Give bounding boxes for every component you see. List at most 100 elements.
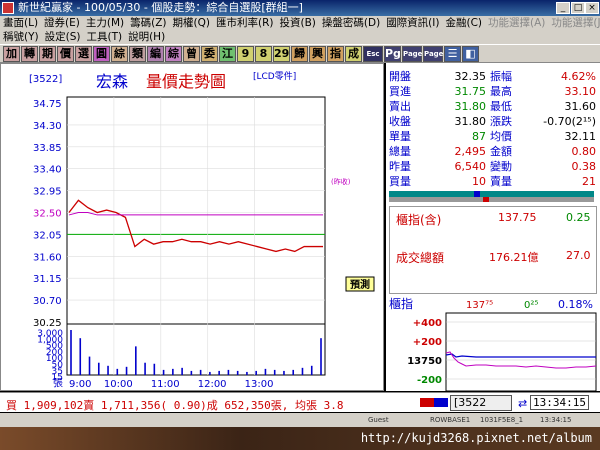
quote-l2: 賣量 xyxy=(490,175,512,188)
close-button[interactable]: × xyxy=(585,2,599,14)
toolbar-button[interactable]: 曾 xyxy=(183,46,200,62)
stock-code: [3522] xyxy=(29,74,62,85)
menu-item[interactable]: 功能選擇(J) xyxy=(548,16,600,30)
toolbar-button[interactable]: 選 xyxy=(75,46,92,62)
minimize-button[interactable]: _ xyxy=(556,2,570,14)
reference-label: (昨收) xyxy=(331,177,351,186)
quote-row: 開盤 32.35 振幅 4.62% xyxy=(386,69,600,84)
time-tick-label: 13:00 xyxy=(245,379,274,390)
price-tick-label: 32.50 xyxy=(33,209,62,220)
toolbar-button[interactable]: 指 xyxy=(327,46,344,62)
price-volume-chart: [3522] 宏森 量價走勢圖 [LCD零件] 34.75 34.30 33.85 3… xyxy=(29,70,375,390)
quote-v1: 6,540 xyxy=(454,160,487,173)
clock-brackets: ⇄ xyxy=(518,397,528,410)
menu-item[interactable]: 投資(B) xyxy=(277,16,319,30)
price-tick-label: 32.05 xyxy=(33,230,62,241)
mini-chart-label: 櫃指 xyxy=(389,296,413,311)
toolbar-button[interactable]: 期 xyxy=(39,46,56,62)
otc-index-mini-chart: 櫃指 137⁷⁵ 0²⁵ 0.18% +400+20013750-200-400 xyxy=(389,296,597,391)
title-bar: 新世紀贏家 - 100/05/30 - 個股走勢：綜合自選股[群組一] _ □ … xyxy=(0,0,600,16)
toolbar-button[interactable]: 轉 xyxy=(21,46,38,62)
toolbar-button[interactable]: 價 xyxy=(57,46,74,62)
turnover-label: 成交總額 xyxy=(396,251,445,265)
mini-tick-label: 13750 xyxy=(407,356,442,367)
window-title: 新世紀贏家 - 100/05/30 - 個股走勢：綜合自選股[群組一] xyxy=(18,1,303,14)
quote-row: 買進 31.75 最高 33.10 xyxy=(386,84,600,99)
quote-panel: 開盤 32.35 振幅 4.62% 買進 31.75 最高 33.10 賣出 31.80 最低 31.… xyxy=(386,63,600,391)
menu-item[interactable]: 籌碼(Z) xyxy=(127,16,169,30)
footer-watermark-strip: http://kujd3268.pixnet.net/album xyxy=(0,427,600,450)
toolbar-button[interactable]: 8 xyxy=(255,46,272,62)
menu-item[interactable]: 主力(M) xyxy=(83,16,127,30)
bottom-time: 13:34:15 xyxy=(540,416,572,424)
quote-v2: 4.62% xyxy=(561,70,596,83)
quote-l2: 漲跌 xyxy=(490,115,512,128)
toolbar-button[interactable]: Pg xyxy=(384,46,401,62)
quote-v1: 2,495 xyxy=(454,145,487,158)
toolbar-button[interactable]: 委 xyxy=(201,46,218,62)
toolbar-button[interactable]: ☰ xyxy=(444,46,461,62)
toolbar-button[interactable]: 歸 xyxy=(291,46,308,62)
index-label: 櫃指(含) xyxy=(396,213,442,227)
mini-chart-pct: 0.18% xyxy=(558,298,593,311)
bottom-base: ROWBASE1 xyxy=(430,416,471,424)
mini-chart-value: 137⁷⁵ xyxy=(466,300,493,311)
menu-item[interactable]: 功能選擇(A) xyxy=(485,16,548,30)
toolbar-button[interactable]: Esc xyxy=(363,46,383,62)
quote-v2: -0.70(2¹⁵) xyxy=(543,115,596,128)
stock-code-input[interactable]: [3522 xyxy=(450,395,512,411)
forecast-button-label[interactable]: 預測 xyxy=(350,278,370,291)
price-tick-label: 34.75 xyxy=(33,99,62,110)
quote-v2: 33.10 xyxy=(564,85,597,98)
toolbar-button[interactable]: 成 xyxy=(345,46,362,62)
maximize-button[interactable]: □ xyxy=(571,2,585,14)
toolbar-button[interactable]: 圓 xyxy=(93,46,110,62)
menu-item[interactable]: 金融(C) xyxy=(442,16,485,30)
toolbar-button[interactable]: 9 xyxy=(237,46,254,62)
menu-item[interactable]: 畫面(L) xyxy=(0,16,41,30)
menu-item[interactable]: 說明(H) xyxy=(125,30,168,44)
toolbar-button[interactable]: 類 xyxy=(129,46,146,62)
toolbar-button[interactable]: 加 xyxy=(3,46,20,62)
menu-item[interactable]: 工具(T) xyxy=(83,30,125,44)
status-blue-indicator xyxy=(434,398,448,407)
quote-l2: 振幅 xyxy=(490,70,512,83)
menu-item[interactable]: 證券(E) xyxy=(41,16,83,30)
quote-l1: 單量 xyxy=(389,130,411,143)
average-price-line xyxy=(68,212,323,216)
volume-tick-label: 張 xyxy=(53,377,63,389)
toolbar-button[interactable]: Page xyxy=(402,46,422,62)
toolbar-button[interactable]: 綜 xyxy=(111,46,128,62)
menu-item[interactable]: 匯市利率(R) xyxy=(213,16,277,30)
toolbar-button[interactable]: 興 xyxy=(309,46,326,62)
mini-tick-label: +200 xyxy=(413,337,442,348)
price-tick-label: 31.60 xyxy=(33,252,62,263)
menu-item[interactable]: 期權(Q) xyxy=(170,16,213,30)
price-tick-label: 30.70 xyxy=(33,296,62,307)
toolbar-button[interactable]: 29 xyxy=(273,46,290,62)
plot-frame xyxy=(66,96,326,376)
menu-bar-secondary: 稱號(Y) 設定(S) 工具(T) 說明(H) xyxy=(0,30,600,44)
toolbar-button[interactable]: ◧ xyxy=(462,46,479,62)
menu-item[interactable]: 設定(S) xyxy=(42,30,84,44)
quote-v1: 31.80 xyxy=(454,100,487,113)
status-line: 買 1,909,102賣 1,711,356( 0.90)成 652,350張,… xyxy=(0,392,600,412)
chart-title: 量價走勢圖 xyxy=(146,72,226,91)
menu-item[interactable]: 國際資訊(I) xyxy=(383,16,442,30)
time-tick-label: 10:00 xyxy=(104,379,133,390)
menu-item[interactable]: 稱號(Y) xyxy=(0,30,42,44)
menu-item[interactable]: 操盤密碼(D) xyxy=(319,16,383,30)
quote-l2: 金額 xyxy=(490,145,512,158)
quote-v1: 31.80 xyxy=(454,115,487,128)
quote-l1: 開盤 xyxy=(389,70,411,83)
index-change: 0.25 xyxy=(566,211,591,224)
toolbar-button[interactable]: 綜 xyxy=(165,46,182,62)
bottom-user: Guest xyxy=(368,416,389,424)
time-tick-label: 11:00 xyxy=(151,379,180,390)
quote-l1: 昨量 xyxy=(389,160,411,173)
toolbar-button[interactable]: Page xyxy=(423,46,443,62)
quote-row: 賣出 31.80 最低 31.60 xyxy=(386,99,600,114)
chart-subtitle: [LCD零件] xyxy=(253,70,296,82)
toolbar-button[interactable]: 編 xyxy=(147,46,164,62)
toolbar-button[interactable]: 江 xyxy=(219,46,236,62)
